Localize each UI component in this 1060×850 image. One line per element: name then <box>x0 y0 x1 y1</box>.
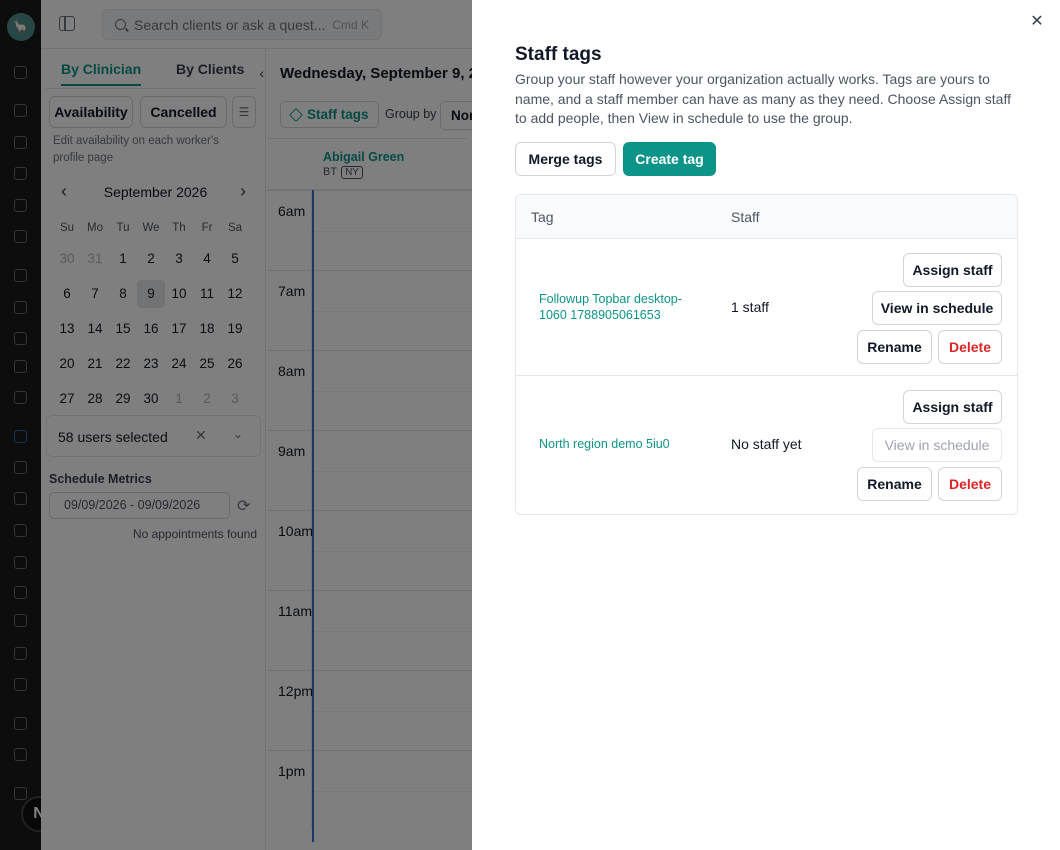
table-row: Followup Topbar desktop-1060 17889050616… <box>516 239 1017 376</box>
tags-table: Tag Staff Followup Topbar desktop-1060 1… <box>515 194 1018 515</box>
view-in-schedule-button[interactable]: View in schedule <box>872 291 1002 325</box>
close-icon[interactable]: ✕ <box>1028 12 1046 30</box>
delete-button[interactable]: Delete <box>938 467 1002 501</box>
delete-button[interactable]: Delete <box>938 330 1002 364</box>
column-header-tag: Tag <box>531 209 554 225</box>
column-header-staff: Staff <box>731 209 760 225</box>
create-tag-button[interactable]: Create tag <box>623 142 716 176</box>
staff-tags-drawer: ✕ Staff tags Group your staff however yo… <box>472 0 1060 850</box>
rename-button[interactable]: Rename <box>857 467 932 501</box>
table-row: North region demo 5iu0 No staff yet Assi… <box>516 376 1017 513</box>
tag-name-link[interactable]: North region demo 5iu0 <box>539 436 699 452</box>
assign-staff-button[interactable]: Assign staff <box>903 390 1002 424</box>
assign-staff-button[interactable]: Assign staff <box>903 253 1002 287</box>
drawer-description: Group your staff however your organizati… <box>515 71 1011 126</box>
drawer-title: Staff tags <box>515 44 602 65</box>
rename-button[interactable]: Rename <box>857 330 932 364</box>
merge-tags-button[interactable]: Merge tags <box>515 142 616 176</box>
view-in-schedule-button-disabled: View in schedule <box>872 428 1002 462</box>
table-header: Tag Staff <box>516 195 1017 239</box>
modal-backdrop[interactable] <box>0 0 472 850</box>
tag-name-link[interactable]: Followup Topbar desktop-1060 17889050616… <box>539 291 699 323</box>
staff-count: 1 staff <box>731 299 769 315</box>
staff-count: No staff yet <box>731 436 802 452</box>
